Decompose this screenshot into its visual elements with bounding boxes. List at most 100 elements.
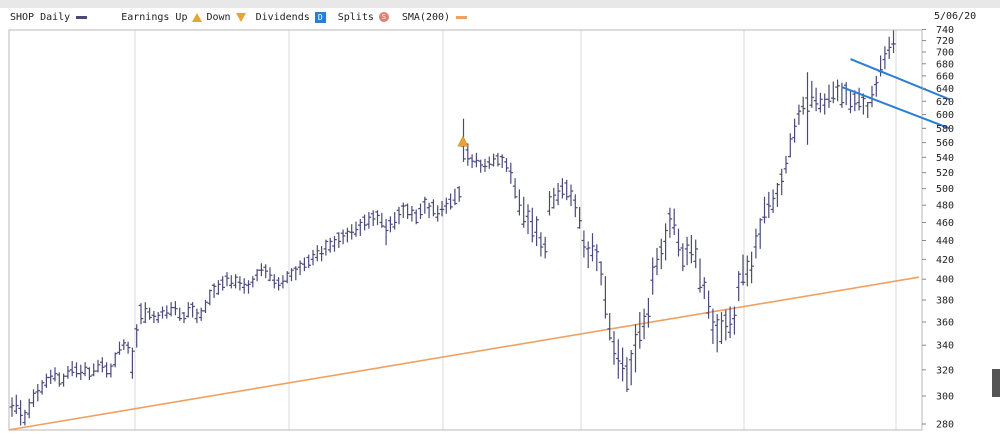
ohlc-bar — [710, 308, 716, 344]
ohlc-bar — [633, 324, 638, 373]
ohlc-bar — [259, 263, 264, 277]
ohlc-bar — [499, 154, 505, 169]
ohlc-bar — [409, 206, 415, 222]
ohlc-bar — [585, 241, 591, 269]
ohlc-bar — [267, 267, 273, 282]
ohlc-bar — [676, 228, 681, 257]
ohlc-bar — [491, 153, 496, 167]
grid — [134, 30, 897, 430]
ohlc-bar — [280, 275, 286, 289]
y-tick-label: 460 — [936, 218, 954, 229]
ohlc-bar — [697, 258, 703, 293]
ohlc-bar — [358, 218, 363, 236]
ohlc-bar — [611, 331, 617, 365]
ohlc-bar — [250, 276, 256, 288]
ohlc-bar — [770, 189, 776, 213]
ohlc-bar — [521, 196, 526, 228]
ohlc-bar — [95, 359, 101, 373]
y-tick-label: 520 — [936, 168, 954, 179]
ohlc-bar — [607, 313, 612, 341]
ohlc-bar — [315, 245, 320, 262]
ohlc-bar — [590, 233, 595, 262]
ohlc-bar — [379, 212, 385, 228]
ohlc-bar — [779, 168, 784, 196]
ohlc-bar — [689, 235, 694, 264]
ohlc-bar — [878, 55, 883, 77]
ohlc-bar — [61, 373, 66, 387]
ohlc-bar — [727, 306, 733, 339]
ohlc-bar — [78, 364, 84, 381]
ohlc-bar — [551, 187, 557, 209]
ohlc-bar — [512, 178, 518, 199]
ohlc-bar — [104, 362, 109, 378]
ohlc-bar — [18, 400, 23, 426]
y-tick-label: 600 — [936, 110, 954, 121]
ohlc-bar — [538, 232, 544, 257]
ohlc-bar — [155, 311, 161, 324]
ohlc-bar — [44, 373, 49, 388]
ohlc-bar — [831, 81, 836, 104]
ohlc-bar — [82, 362, 88, 377]
ohlc-bar — [125, 341, 131, 354]
ohlc-bar — [495, 152, 501, 167]
ohlc-bar — [848, 90, 853, 114]
ohlc-bar — [826, 84, 832, 108]
ohlc-bar — [177, 307, 182, 321]
ohlc-bar — [869, 85, 875, 108]
ohlc-bar — [426, 202, 432, 219]
ohlc-bar — [732, 306, 737, 335]
ohlc-bar — [310, 249, 316, 266]
ohlc-bar — [882, 46, 888, 70]
ohlc-bar — [542, 236, 548, 259]
ohlc-bar — [396, 206, 402, 225]
ohlc-bar — [190, 302, 195, 318]
ohlc-bar — [401, 202, 406, 219]
price-bars — [9, 30, 896, 426]
ohlc-bar — [620, 347, 625, 382]
ohlc-bar — [48, 369, 53, 384]
ohlc-bar — [392, 212, 397, 230]
ohlc-bar — [753, 228, 759, 259]
y-tick-label: 500 — [936, 184, 954, 195]
y-tick-label: 720 — [936, 36, 954, 47]
ohlc-bar — [478, 159, 483, 173]
ohlc-bar — [886, 36, 892, 60]
ohlc-bar — [405, 203, 410, 219]
ohlc-bar — [693, 239, 698, 269]
ohlc-bar — [856, 87, 862, 111]
ohlc-bar — [534, 216, 539, 247]
ohlc-bar — [452, 188, 458, 206]
ohlc-bar — [564, 179, 569, 201]
ohlc-bar — [52, 367, 58, 382]
scrollbar-thumb[interactable] — [992, 369, 1000, 397]
ohlc-bar — [147, 307, 152, 320]
ohlc-bar — [818, 92, 823, 113]
y-tick-label: 540 — [936, 153, 954, 164]
y-tick-label: 740 — [936, 25, 954, 36]
ohlc-bar — [160, 306, 165, 319]
ohlc-bar — [362, 214, 367, 231]
ohlc-bar — [775, 182, 780, 207]
ohlc-bar — [383, 218, 389, 246]
ohlc-bar — [800, 96, 806, 115]
ohlc-bar — [835, 79, 840, 102]
ohlc-bar — [530, 207, 535, 243]
y-tick-label: 660 — [936, 71, 954, 82]
ohlc-bar — [448, 193, 453, 210]
ohlc-bar — [796, 104, 802, 125]
ohlc-bar — [418, 203, 423, 219]
ohlc-bar — [788, 133, 793, 158]
ohlc-bar — [555, 182, 561, 206]
ohlc-bar — [216, 280, 221, 295]
ohlc-bar — [39, 380, 45, 395]
ohlc-bar — [353, 221, 359, 237]
ohlc-bar — [745, 255, 750, 287]
ohlc-bar — [9, 397, 15, 417]
ohlc-bar — [667, 207, 673, 238]
y-tick-label: 400 — [936, 275, 954, 286]
y-tick-label: 700 — [936, 48, 954, 59]
ohlc-bar — [130, 347, 135, 379]
ohlc-bar — [843, 82, 849, 106]
ohlc-bar — [809, 80, 815, 108]
ohlc-bar — [659, 238, 664, 270]
